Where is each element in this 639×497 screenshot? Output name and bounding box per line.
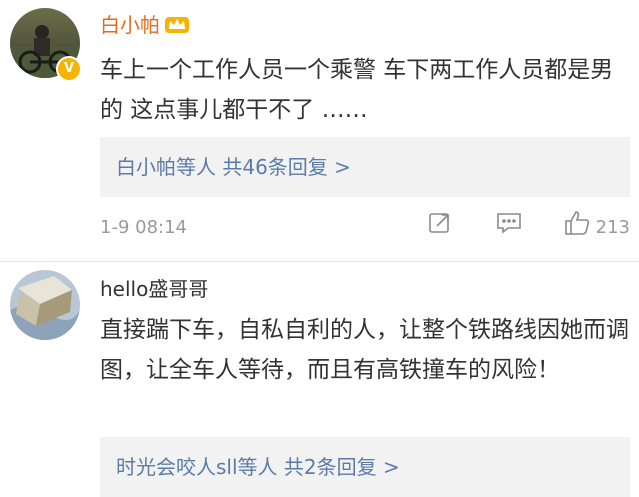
reply-user-link[interactable]: 时光会咬人sll — [116, 455, 238, 479]
comment-item: hello盛哥哥 直接踹下车，自私自利的人，让整个铁路线因她而调图，让全车人等待… — [0, 262, 639, 497]
like-icon[interactable] — [564, 210, 590, 246]
timestamp: 1-9 08:14 — [100, 217, 187, 238]
comment-meta: 1-9 08:14 213 — [100, 210, 630, 246]
comment-text: 车上一个工作人员一个乘警 车下两工作人员都是男的 这点事儿都干不了 …… — [100, 57, 614, 123]
reply-count[interactable]: 等人 共46条回复 > — [176, 155, 351, 179]
reply-user-link[interactable]: 白小帕 — [116, 155, 176, 179]
avatar[interactable] — [10, 270, 80, 340]
action-bar: 213 — [428, 210, 630, 246]
reply-count[interactable]: 等人 共2条回复 > — [238, 455, 400, 479]
comment-text: 直接踹下车，自私自利的人，让整个铁路线因她而调图，让全车人等待，而且有高铁撞车的… — [100, 317, 629, 383]
username[interactable]: hello盛哥哥 — [100, 276, 208, 302]
comment-item: V 白小帕 车上一个工作人员一个乘警 车下两工作人员都是男的 这点事儿都干不了 … — [0, 0, 639, 262]
forward-icon[interactable] — [428, 211, 452, 245]
replies-link[interactable]: 白小帕等人 共46条回复 > — [100, 137, 630, 197]
replies-link[interactable]: 时光会咬人sll等人 共2条回复 > — [100, 437, 630, 497]
vip-crown-icon — [164, 13, 190, 41]
username-text[interactable]: 白小帕 — [100, 13, 160, 37]
comment-icon[interactable] — [496, 211, 522, 245]
like-count: 213 — [595, 217, 630, 238]
username[interactable]: 白小帕 — [100, 12, 190, 41]
verified-badge-icon: V — [56, 56, 82, 82]
